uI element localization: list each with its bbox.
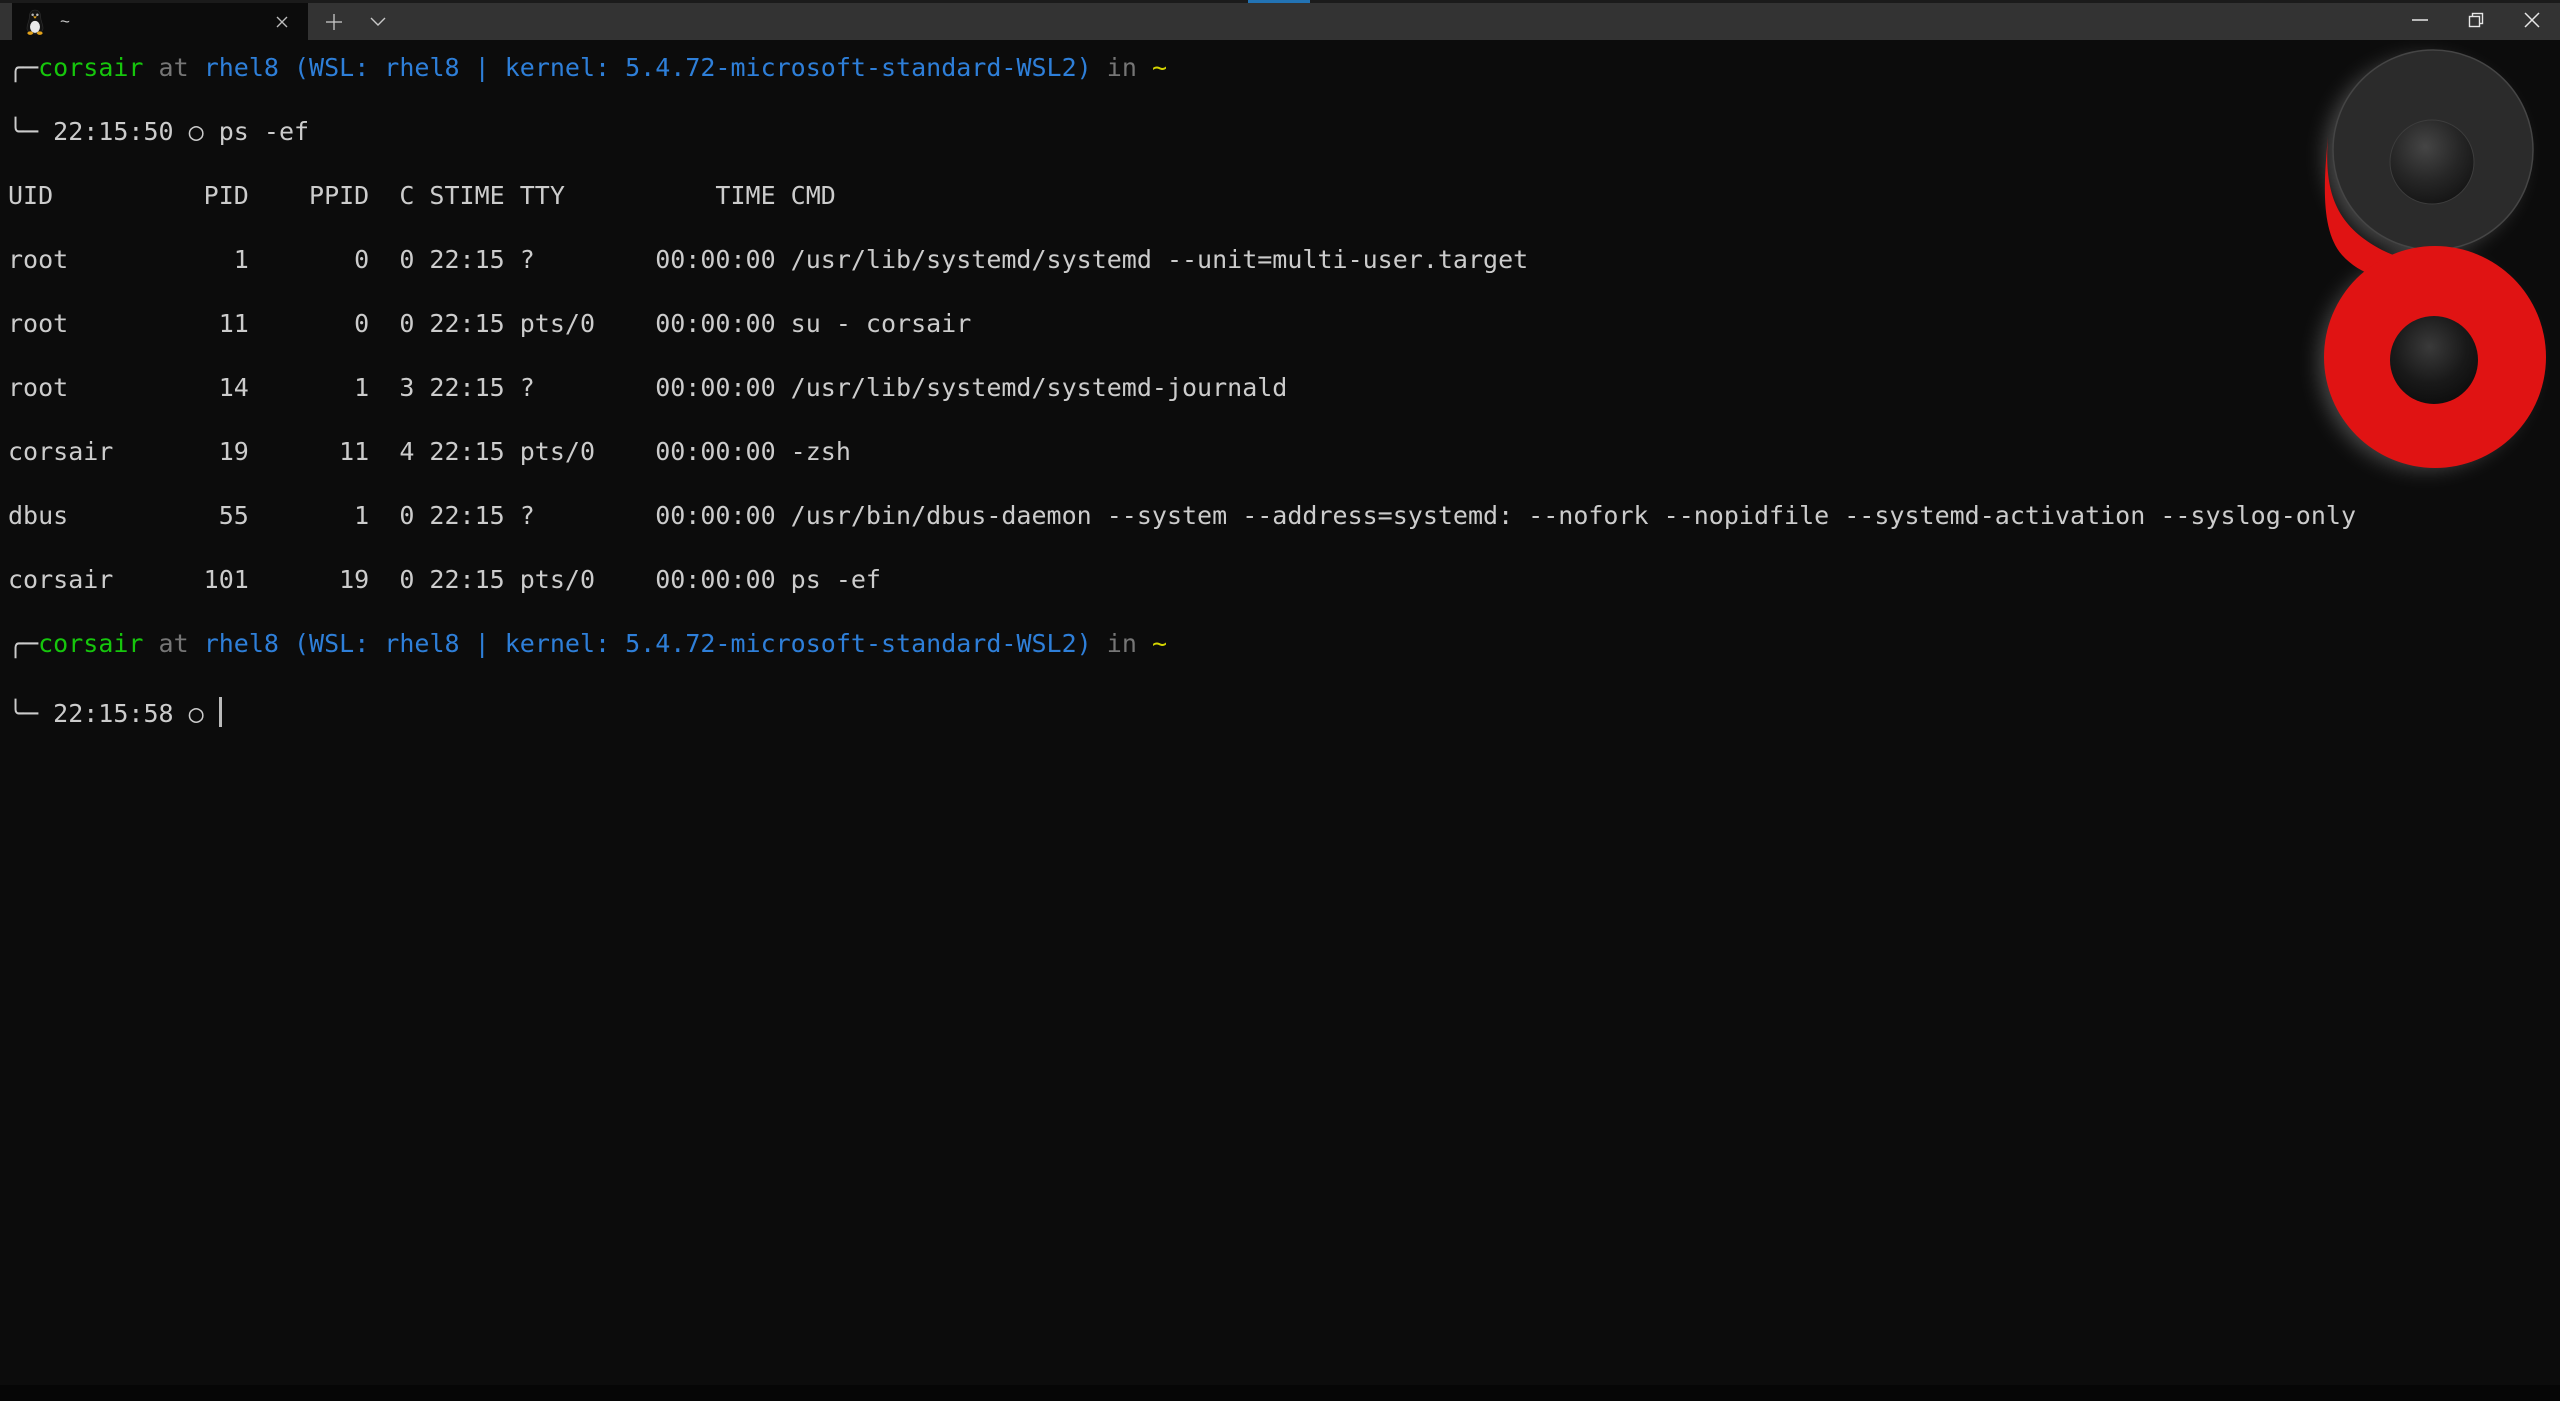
tab-title: ~: [60, 13, 254, 30]
terminal-cursor: [219, 697, 222, 727]
close-icon[interactable]: [2504, 0, 2560, 40]
prompt-line-bottom: ╰─ 22:15:58 ○: [8, 692, 2560, 730]
prompt-in: in: [1092, 629, 1152, 658]
tab-close-icon[interactable]: [268, 8, 296, 36]
ps-row: corsair 19 11 4 22:15 pts/0 00:00:00 -zs…: [8, 436, 2560, 468]
prompt-host: rhel8 (WSL: rhel8 | kernel: 5.4.72-micro…: [204, 53, 1092, 82]
ps-row: root 14 1 3 22:15 ? 00:00:00 /usr/lib/sy…: [8, 372, 2560, 404]
restore-icon[interactable]: [2448, 0, 2504, 40]
prompt-bracket-bottom: ╰─: [8, 699, 53, 728]
ps-row: root 11 0 0 22:15 pts/0 00:00:00 su - co…: [8, 308, 2560, 340]
chevron-down-icon[interactable]: [356, 3, 400, 40]
prompt-bracket-bottom: ╰─: [8, 117, 53, 146]
ps-row: dbus 55 1 0 22:15 ? 00:00:00 /usr/bin/db…: [8, 500, 2560, 532]
tux-icon: [24, 9, 46, 35]
window-controls: [2392, 0, 2560, 40]
prompt-line-top: ╭─corsair at rhel8 (WSL: rhel8 | kernel:…: [8, 628, 2560, 660]
prompt-host: rhel8 (WSL: rhel8 | kernel: 5.4.72-micro…: [204, 629, 1092, 658]
prompt-at: at: [143, 53, 203, 82]
terminal-tab[interactable]: ~: [12, 3, 308, 40]
prompt-at: at: [143, 629, 203, 658]
prompt-cwd: ~: [1152, 53, 1167, 82]
prompt-in: in: [1092, 53, 1152, 82]
prompt-time: 22:15:50: [53, 117, 173, 146]
prompt-line-top: ╭─corsair at rhel8 (WSL: rhel8 | kernel:…: [8, 52, 2560, 84]
prompt-cwd: ~: [1152, 629, 1167, 658]
new-tab-plus-icon[interactable]: [312, 3, 356, 40]
prompt-bracket-top: ╭─: [8, 53, 38, 82]
prompt-status-circle: ○: [174, 117, 219, 146]
prompt-line-bottom: ╰─ 22:15:50 ○ ps -ef: [8, 116, 2560, 148]
title-bar: ~: [0, 3, 2560, 40]
prompt-status-circle: ○: [174, 699, 219, 728]
bottom-edge-strip: [0, 1385, 2560, 1401]
terminal-viewport[interactable]: ╭─corsair at rhel8 (WSL: rhel8 | kernel:…: [0, 40, 2560, 1385]
ps-row: corsair 101 19 0 22:15 pts/0 00:00:00 ps…: [8, 564, 2560, 596]
prompt-time: 22:15:58: [53, 699, 173, 728]
prompt-bracket-top: ╭─: [8, 629, 38, 658]
minimize-icon[interactable]: [2392, 0, 2448, 40]
prompt-user: corsair: [38, 53, 143, 82]
terminal-output: ╭─corsair at rhel8 (WSL: rhel8 | kernel:…: [0, 40, 2560, 762]
typed-command: ps -ef: [219, 117, 309, 146]
prompt-user: corsair: [38, 629, 143, 658]
windows-terminal-window: ~: [0, 0, 2560, 1401]
ps-header-row: UID PID PPID C STIME TTY TIME CMD: [8, 180, 2560, 212]
ps-row: root 1 0 0 22:15 ? 00:00:00 /usr/lib/sys…: [8, 244, 2560, 276]
